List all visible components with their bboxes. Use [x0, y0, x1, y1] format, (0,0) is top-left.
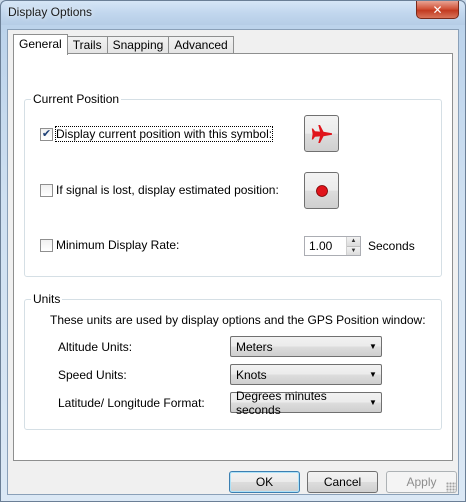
checkmark-icon: ✔ — [41, 127, 52, 140]
display-symbol-checkbox[interactable]: ✔ — [40, 127, 53, 141]
position-symbol-button[interactable] — [304, 115, 339, 152]
display-symbol-label[interactable]: Display current position with this symbo… — [54, 126, 274, 142]
min-rate-spinner[interactable]: 1.00 ▲ ▼ — [304, 236, 361, 256]
latlong-format-value: Degrees minutes seconds — [236, 388, 327, 417]
general-tab-panel: Current Position ✔ Display current posit… — [13, 53, 453, 461]
chevron-down-icon: ▼ — [369, 370, 377, 379]
signal-lost-label[interactable]: If signal is lost, display estimated pos… — [56, 183, 279, 197]
speed-units-select[interactable]: Knots ▼ — [230, 364, 382, 385]
chevron-down-icon: ▼ — [369, 342, 377, 351]
spin-up-icon[interactable]: ▲ — [347, 237, 360, 247]
close-icon: ✕ — [432, 2, 443, 17]
display-options-window: Display Options ✕ General Trails Snappin… — [0, 0, 466, 502]
display-symbol-row: ✔ Display current position with this sym… — [40, 126, 274, 142]
tab-trails[interactable]: Trails — [66, 36, 108, 54]
units-description: These units are used by display options … — [50, 313, 426, 327]
speed-units-value: Knots — [236, 367, 267, 382]
tab-advanced[interactable]: Advanced — [168, 36, 234, 54]
min-rate-value[interactable]: 1.00 — [305, 237, 346, 255]
tab-general[interactable]: General — [13, 34, 68, 55]
window-title: Display Options — [8, 5, 93, 19]
latlong-format-label: Latitude/ Longitude Format: — [58, 396, 205, 410]
tab-strip: General Trails Snapping Advanced — [13, 34, 234, 55]
seconds-label: Seconds — [368, 239, 415, 253]
airplane-icon — [311, 124, 332, 143]
title-bar[interactable]: Display Options ✕ — [1, 1, 465, 25]
altitude-units-select[interactable]: Meters ▼ — [230, 336, 382, 357]
red-dot-icon — [315, 184, 328, 197]
latlong-format-select[interactable]: Degrees minutes seconds ▼ — [230, 389, 382, 417]
altitude-units-label: Altitude Units: — [58, 340, 133, 354]
signal-lost-row: If signal is lost, display estimated pos… — [40, 183, 279, 197]
current-position-legend: Current Position — [33, 92, 120, 106]
resize-grip[interactable] — [446, 482, 456, 492]
min-rate-checkbox[interactable] — [40, 238, 53, 252]
min-rate-row: Minimum Display Rate: — [40, 238, 179, 252]
close-button[interactable]: ✕ — [416, 1, 459, 19]
min-rate-label[interactable]: Minimum Display Rate: — [56, 238, 179, 252]
speed-units-label: Speed Units: — [58, 368, 127, 382]
cancel-button[interactable]: Cancel — [307, 471, 378, 493]
ok-button[interactable]: OK — [229, 471, 300, 493]
units-legend: Units — [33, 292, 61, 306]
estimated-symbol-button[interactable] — [304, 172, 339, 209]
signal-lost-checkbox[interactable] — [40, 183, 53, 197]
spin-down-icon[interactable]: ▼ — [347, 246, 360, 255]
chevron-down-icon: ▼ — [369, 398, 377, 407]
altitude-units-value: Meters — [236, 339, 273, 354]
tab-snapping[interactable]: Snapping — [106, 36, 170, 54]
spinner-buttons: ▲ ▼ — [346, 237, 360, 255]
dialog-client: General Trails Snapping Advanced Current… — [7, 29, 459, 495]
